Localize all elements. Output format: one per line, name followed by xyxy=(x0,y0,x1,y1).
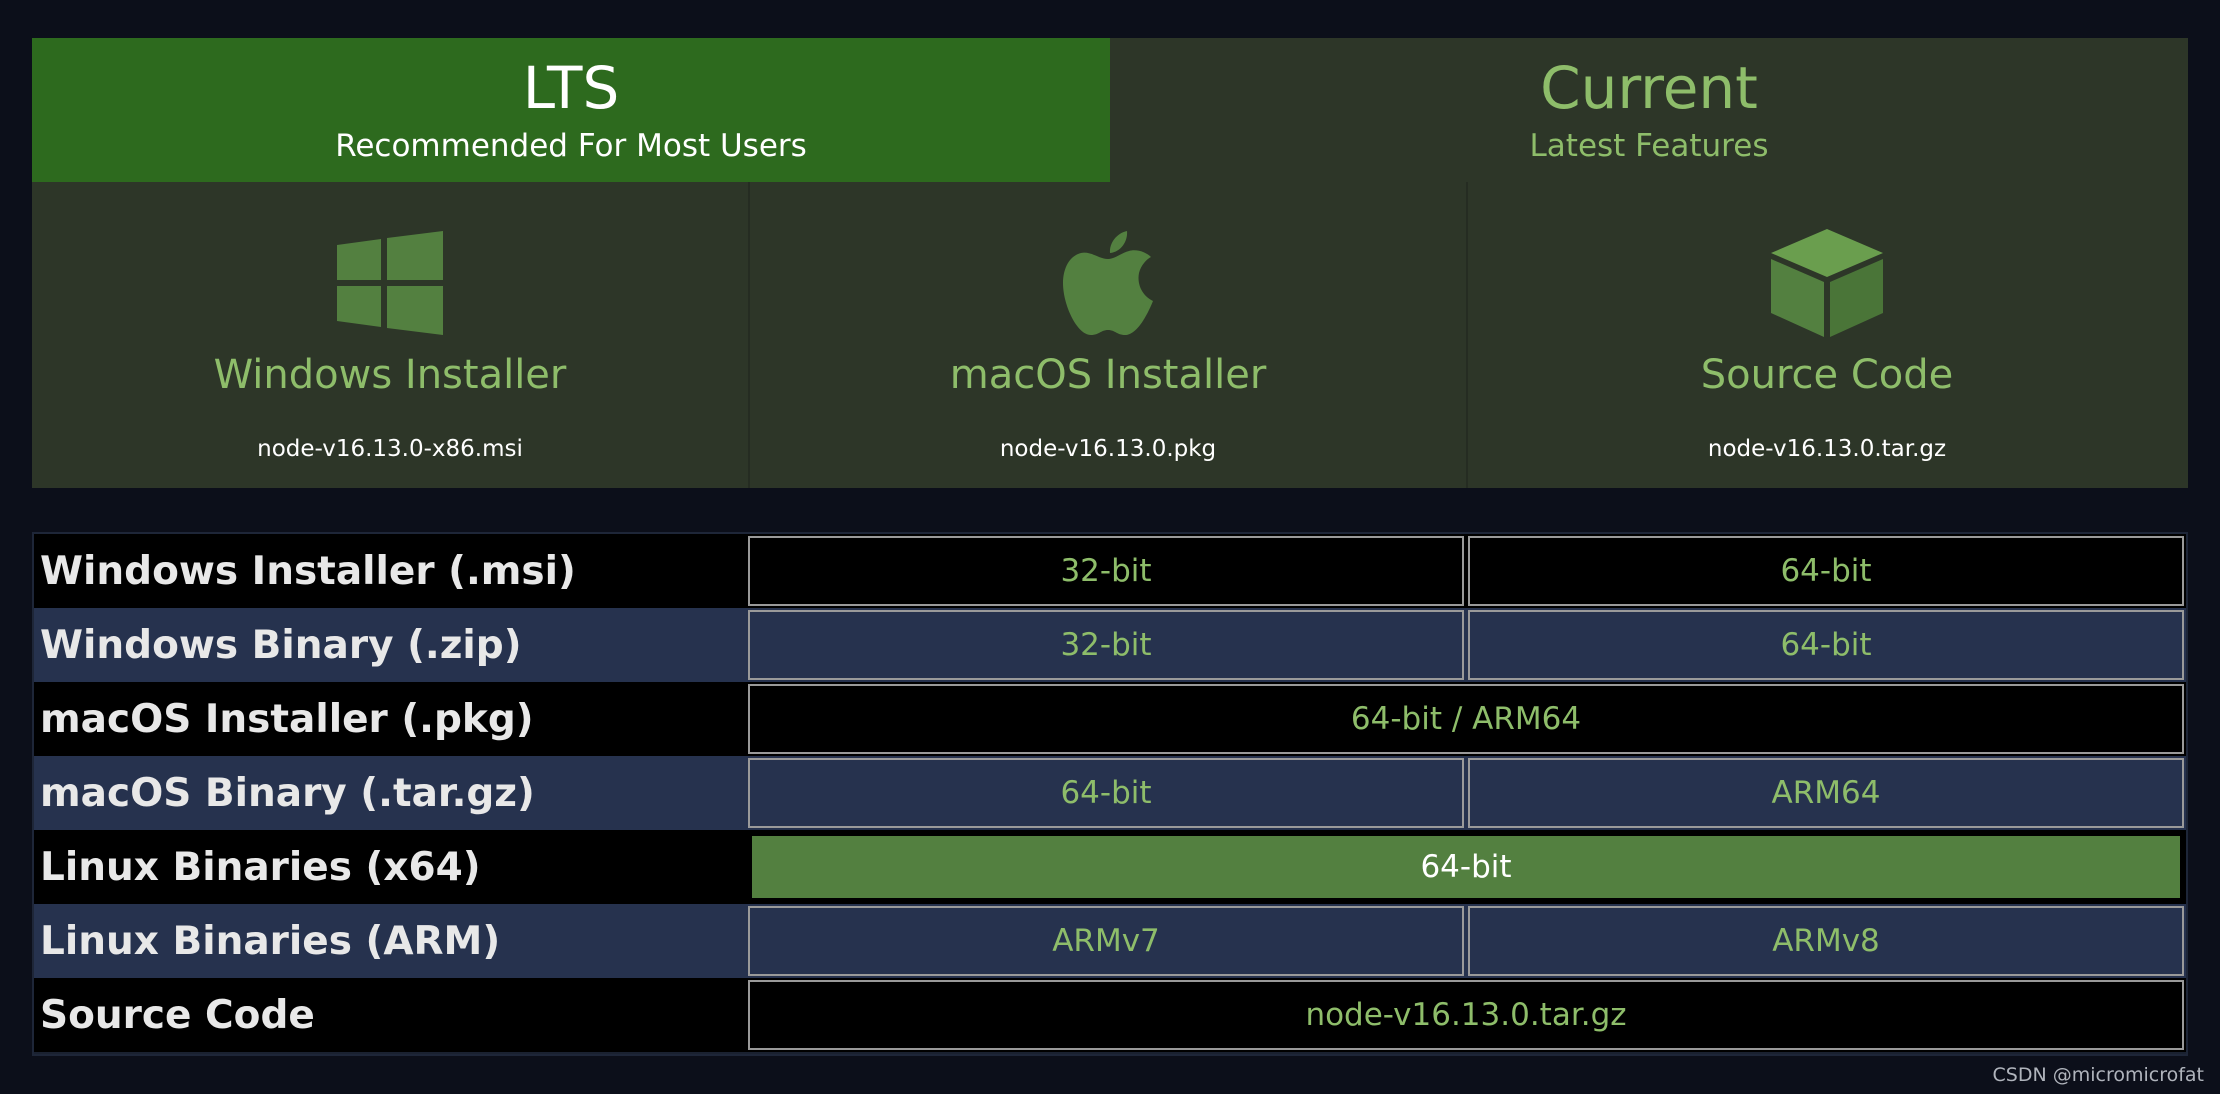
tab-lts-title: LTS xyxy=(522,54,620,122)
download-windows-installer[interactable]: Windows Installer node-v16.13.0-x86.msi xyxy=(32,182,750,488)
apple-icon xyxy=(1048,228,1168,338)
download-macos-installer[interactable]: macOS Installer node-v16.13.0.pkg xyxy=(750,182,1468,488)
row-label: macOS Installer (.pkg) xyxy=(40,696,534,742)
tab-lts[interactable]: LTS Recommended For Most Users xyxy=(32,38,1110,182)
download-link[interactable]: 64-bit xyxy=(1468,536,2184,606)
table-row: macOS Binary (.tar.gz) 64-bit ARM64 xyxy=(34,756,2186,830)
table-row: macOS Installer (.pkg) 64-bit / ARM64 xyxy=(34,682,2186,756)
row-label: Source Code xyxy=(40,992,315,1038)
table-row: Source Code node-v16.13.0.tar.gz xyxy=(34,978,2186,1052)
watermark: CSDN @micromicrofat xyxy=(1992,1064,2205,1086)
release-tabs: LTS Recommended For Most Users Current L… xyxy=(32,38,2188,186)
download-label: macOS Installer xyxy=(949,352,1267,398)
table-row: Linux Binaries (x64) 64-bit xyxy=(34,830,2186,904)
download-filename: node-v16.13.0-x86.msi xyxy=(257,436,523,462)
windows-icon xyxy=(330,228,450,338)
table-row: Windows Installer (.msi) 32-bit 64-bit xyxy=(34,534,2186,608)
tab-lts-subtitle: Recommended For Most Users xyxy=(335,128,807,164)
download-link[interactable]: 64-bit xyxy=(1468,610,2184,680)
row-label: Linux Binaries (ARM) xyxy=(40,918,501,964)
row-label: macOS Binary (.tar.gz) xyxy=(40,770,535,816)
row-label: Linux Binaries (x64) xyxy=(40,844,481,890)
tab-current[interactable]: Current Latest Features xyxy=(1110,38,2188,182)
table-row: Linux Binaries (ARM) ARMv7 ARMv8 xyxy=(34,904,2186,978)
download-link[interactable]: ARMv8 xyxy=(1468,906,2184,976)
download-cards: Windows Installer node-v16.13.0-x86.msi … xyxy=(32,182,2188,488)
box-icon xyxy=(1767,228,1887,338)
row-label: Windows Installer (.msi) xyxy=(40,548,576,594)
download-filename: node-v16.13.0.pkg xyxy=(999,436,1217,462)
downloads-table: Windows Installer (.msi) 32-bit 64-bit W… xyxy=(32,532,2188,1056)
download-link[interactable]: ARM64 xyxy=(1468,758,2184,828)
tab-current-title: Current xyxy=(1540,54,1758,122)
download-source-code[interactable]: Source Code node-v16.13.0.tar.gz xyxy=(1468,182,2186,488)
row-label: Windows Binary (.zip) xyxy=(40,622,522,668)
download-label: Source Code xyxy=(1700,352,1954,398)
download-link[interactable]: ARMv7 xyxy=(748,906,1464,976)
table-row: Windows Binary (.zip) 32-bit 64-bit xyxy=(34,608,2186,682)
download-filename: node-v16.13.0.tar.gz xyxy=(1707,436,1947,462)
download-link[interactable]: 64-bit / ARM64 xyxy=(748,684,2184,754)
download-label: Windows Installer xyxy=(213,352,567,398)
download-link[interactable]: 32-bit xyxy=(748,610,1464,680)
download-link[interactable]: node-v16.13.0.tar.gz xyxy=(748,980,2184,1050)
download-link[interactable]: 64-bit xyxy=(748,758,1464,828)
tab-current-subtitle: Latest Features xyxy=(1529,128,1769,164)
download-link-highlighted[interactable]: 64-bit xyxy=(748,832,2184,902)
download-link[interactable]: 32-bit xyxy=(748,536,1464,606)
